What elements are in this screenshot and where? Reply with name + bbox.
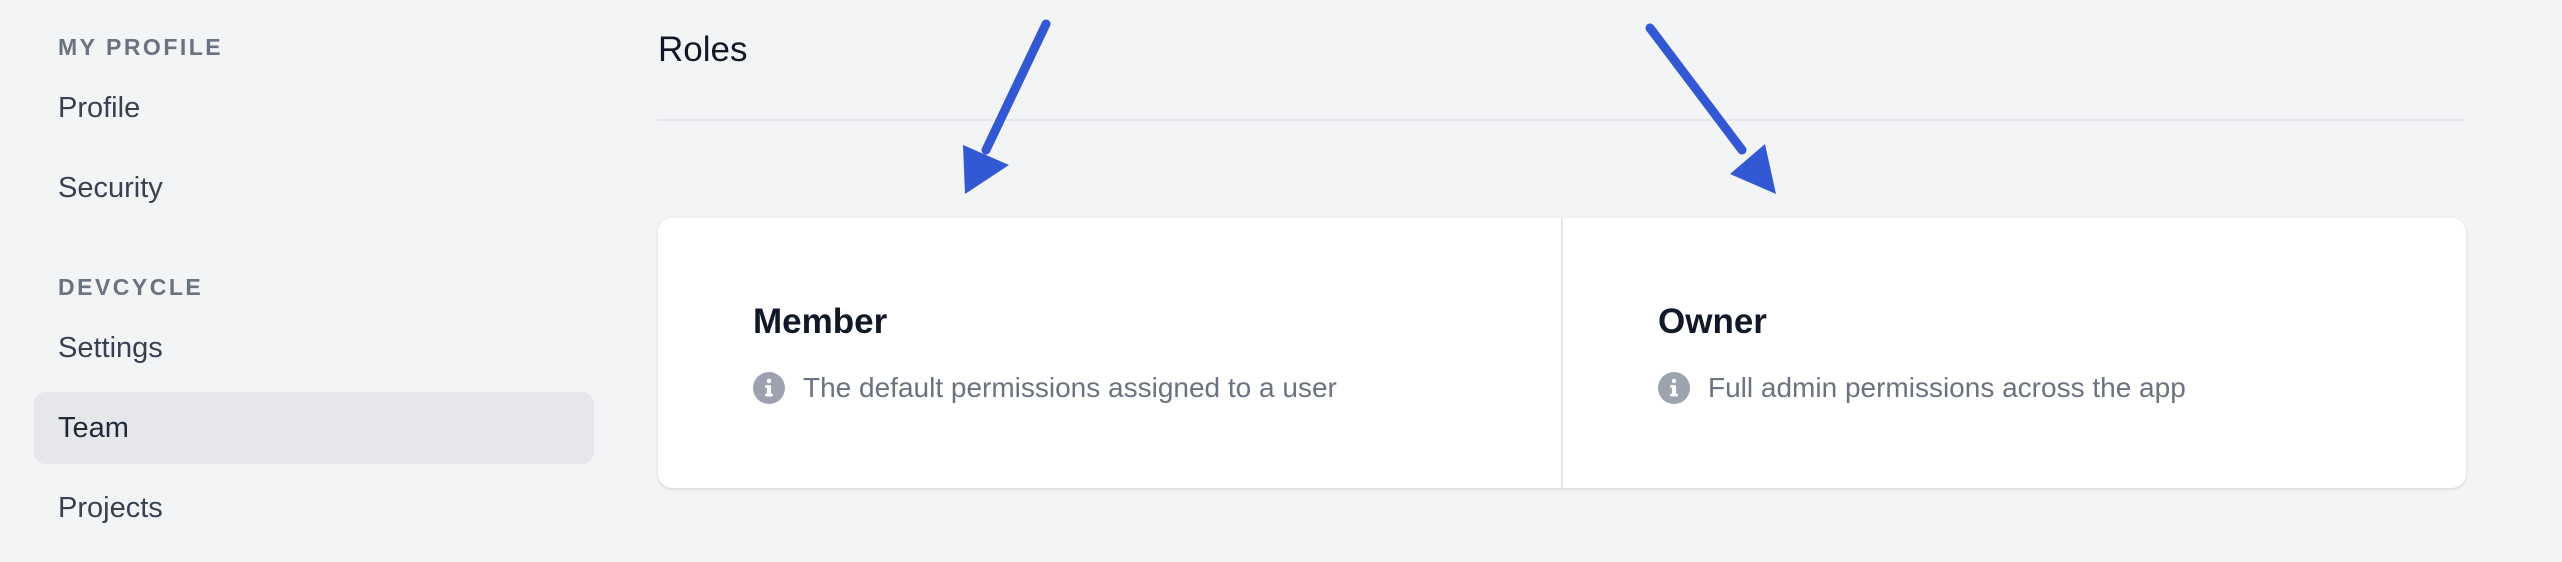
sidebar-item-label: Team: [58, 411, 129, 444]
role-name: Member: [753, 302, 888, 341]
role-description: Full admin permissions across the app: [1658, 372, 2186, 404]
role-description: The default permissions assigned to a us…: [753, 372, 1337, 404]
sidebar-item-profile[interactable]: Profile: [34, 72, 594, 144]
role-card-owner[interactable]: Owner Full admin permissions across the …: [1561, 218, 2466, 488]
info-circle-icon: [753, 372, 785, 404]
sidebar-item-team[interactable]: Team: [34, 392, 594, 464]
sidebar-item-label: Settings: [58, 331, 163, 364]
sidebar-item-label: Projects: [58, 491, 163, 524]
role-description-text: Full admin permissions across the app: [1708, 372, 2186, 403]
roles-card: Member The default permissions assigned …: [658, 218, 2466, 488]
divider: [658, 119, 2466, 121]
role-description-text: The default permissions assigned to a us…: [803, 372, 1337, 403]
arrow-icon: [963, 19, 1051, 194]
role-name: Owner: [1658, 302, 1767, 341]
section-heading-my-profile: MY PROFILE: [58, 34, 224, 60]
sidebar-item-security[interactable]: Security: [34, 152, 594, 224]
sidebar-item-label: Profile: [58, 91, 141, 124]
arrow-icon: [1645, 23, 1776, 194]
section-heading-devcycle: DEVCYCLE: [58, 274, 204, 300]
sidebar: MY PROFILE Profile Security DEVCYCLE Set…: [0, 0, 630, 562]
sidebar-item-settings[interactable]: Settings: [34, 312, 594, 384]
info-circle-icon: [1658, 372, 1690, 404]
sidebar-item-label: Security: [58, 171, 163, 204]
page-title: Roles: [658, 30, 748, 69]
role-card-member[interactable]: Member The default permissions assigned …: [658, 218, 1561, 488]
sidebar-item-projects[interactable]: Projects: [34, 472, 594, 544]
